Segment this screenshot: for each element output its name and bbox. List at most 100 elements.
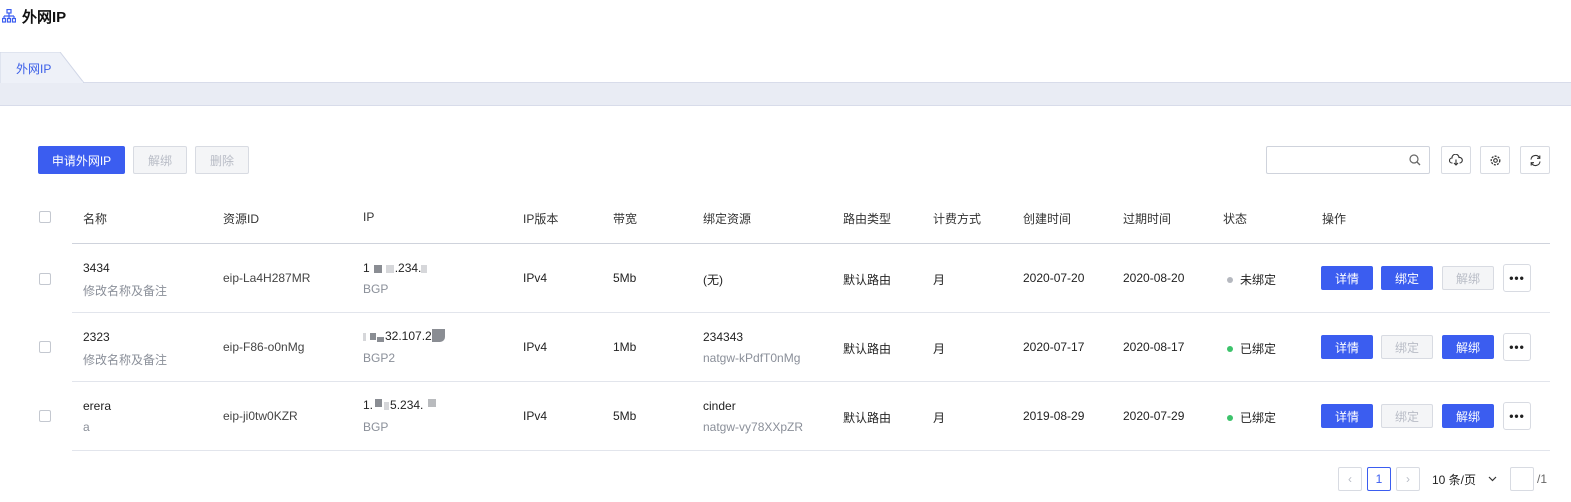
apply-eip-button[interactable]: 申请外网IP xyxy=(38,146,125,174)
table-row: 3434 修改名称及备注 eip-La4H287MR 1 .234. BGP IP… xyxy=(39,244,1550,313)
status-dot xyxy=(1227,345,1233,352)
bind-button[interactable]: 绑定 xyxy=(1381,266,1433,290)
redaction-mark xyxy=(363,332,366,341)
status-badge: 已绑定 xyxy=(1240,342,1277,356)
row-billing: 月 xyxy=(933,411,946,425)
edit-remark-link[interactable]: a xyxy=(83,420,90,434)
search-input[interactable] xyxy=(1267,147,1397,173)
row-created: 2020-07-17 xyxy=(1023,340,1085,354)
detail-button[interactable]: 详情 xyxy=(1321,266,1373,290)
row-bound-gateway: natgw-vy78XXpZR xyxy=(703,420,804,434)
row-ip: 1. 5.234. xyxy=(363,398,437,412)
ip-suffix: .234. xyxy=(394,261,422,275)
col-bandwidth: 带宽 xyxy=(613,212,638,226)
row-status: 未绑定 xyxy=(1227,271,1276,288)
settings-button[interactable] xyxy=(1480,146,1510,174)
next-page-button[interactable]: › xyxy=(1396,467,1420,491)
cloud-download-icon xyxy=(1449,154,1463,166)
col-actions: 操作 xyxy=(1322,212,1347,226)
sitemap-icon xyxy=(2,9,16,23)
row-bandwidth: 5Mb xyxy=(613,271,637,285)
col-created: 创建时间 xyxy=(1023,212,1072,226)
row-created: 2019-08-29 xyxy=(1023,409,1085,423)
row-ip-version: IPv4 xyxy=(523,271,548,285)
select-all-checkbox[interactable] xyxy=(39,211,51,223)
edit-remark-link[interactable]: 修改名称及备注 xyxy=(83,282,167,299)
redaction-mark xyxy=(375,398,383,407)
row-bandwidth: 5Mb xyxy=(613,409,637,423)
page-size-select[interactable]: 10 条/页 xyxy=(1425,467,1505,491)
redaction-mark xyxy=(421,264,428,273)
tab-eip[interactable]: 外网IP xyxy=(0,52,84,83)
redaction-mark xyxy=(373,264,382,273)
unbind-button[interactable]: 解绑 xyxy=(1442,404,1494,428)
refresh-icon xyxy=(1529,154,1541,166)
row-expires: 2020-08-17 xyxy=(1123,340,1185,354)
redaction-mark xyxy=(431,329,445,343)
edit-remark-link[interactable]: 修改名称及备注 xyxy=(83,351,167,368)
row-checkbox[interactable] xyxy=(39,273,51,285)
row-ip-line: BGP2 xyxy=(363,351,396,365)
bulk-delete-button[interactable]: 删除 xyxy=(195,146,249,174)
ip-suffix: 32.107.2 xyxy=(385,329,432,343)
row-billing: 月 xyxy=(933,342,946,356)
row-bound-resource: (无) xyxy=(703,273,723,287)
gear-icon xyxy=(1490,155,1500,165)
bind-button[interactable]: 绑定 xyxy=(1381,404,1433,428)
row-checkbox[interactable] xyxy=(39,410,51,422)
status-dot xyxy=(1227,414,1233,421)
row-checkbox[interactable] xyxy=(39,341,51,353)
row-status: 已绑定 xyxy=(1227,340,1276,357)
row-expires: 2020-08-20 xyxy=(1123,271,1185,285)
search-icon[interactable] xyxy=(1409,154,1421,166)
col-route-type: 路由类型 xyxy=(843,212,892,226)
bind-button[interactable]: 绑定 xyxy=(1381,335,1433,359)
search-box xyxy=(1266,146,1430,174)
page-number-button[interactable]: 1 xyxy=(1367,467,1391,491)
status-badge: 已绑定 xyxy=(1240,411,1277,425)
col-expires: 过期时间 xyxy=(1123,212,1172,226)
row-route-type: 默认路由 xyxy=(843,411,892,425)
page-title: 外网IP xyxy=(22,8,67,26)
col-ip-version: IP版本 xyxy=(523,212,559,226)
prev-page-button[interactable]: ‹ xyxy=(1338,467,1362,491)
bulk-unbind-button[interactable]: 解绑 xyxy=(133,146,187,174)
unbind-button[interactable]: 解绑 xyxy=(1442,335,1494,359)
row-bandwidth: 1Mb xyxy=(613,340,637,354)
redaction-mark xyxy=(377,337,384,343)
more-icon: ••• xyxy=(1509,409,1525,423)
col-billing: 计费方式 xyxy=(933,212,982,226)
ip-prefix: 1 xyxy=(363,261,370,275)
row-bound-gateway: natgw-kPdfT0nMg xyxy=(703,351,801,365)
col-ip: IP xyxy=(363,210,375,224)
row-resource-id: eip-F86-o0nMg xyxy=(223,340,305,354)
page-header: 外网IP xyxy=(0,0,66,32)
redaction-mark xyxy=(428,398,437,407)
more-actions-button[interactable]: ••• xyxy=(1503,402,1531,430)
table-row: erera a eip-ji0tw0KZR 1. 5.234. BGP IPv4 … xyxy=(39,382,1550,451)
row-route-type: 默认路由 xyxy=(843,342,892,356)
chevron-down-icon xyxy=(1488,476,1497,482)
ip-suffix: 5.234. xyxy=(390,398,424,412)
row-resource-id: eip-La4H287MR xyxy=(223,271,311,285)
tab-strip xyxy=(0,82,1571,106)
refresh-button[interactable] xyxy=(1520,146,1550,174)
chevron-left-icon: ‹ xyxy=(1348,472,1352,486)
status-dot xyxy=(1227,276,1233,283)
detail-button[interactable]: 详情 xyxy=(1321,335,1373,359)
row-billing: 月 xyxy=(933,273,946,287)
more-actions-button[interactable]: ••• xyxy=(1503,264,1531,292)
row-bound-resource: 234343 xyxy=(703,330,744,344)
row-ip-line: BGP xyxy=(363,420,389,434)
status-badge: 未绑定 xyxy=(1240,273,1277,287)
row-name: 2323 xyxy=(83,330,110,344)
detail-button[interactable]: 详情 xyxy=(1321,404,1373,428)
row-ip-version: IPv4 xyxy=(523,340,548,354)
unbind-button[interactable]: 解绑 xyxy=(1442,266,1494,290)
col-bound-resource: 绑定资源 xyxy=(703,212,752,226)
row-expires: 2020-07-29 xyxy=(1123,409,1185,423)
jump-page-input[interactable] xyxy=(1510,467,1534,491)
row-bound-resource: cinder xyxy=(703,399,736,413)
download-button[interactable] xyxy=(1441,146,1471,174)
more-actions-button[interactable]: ••• xyxy=(1503,333,1531,361)
